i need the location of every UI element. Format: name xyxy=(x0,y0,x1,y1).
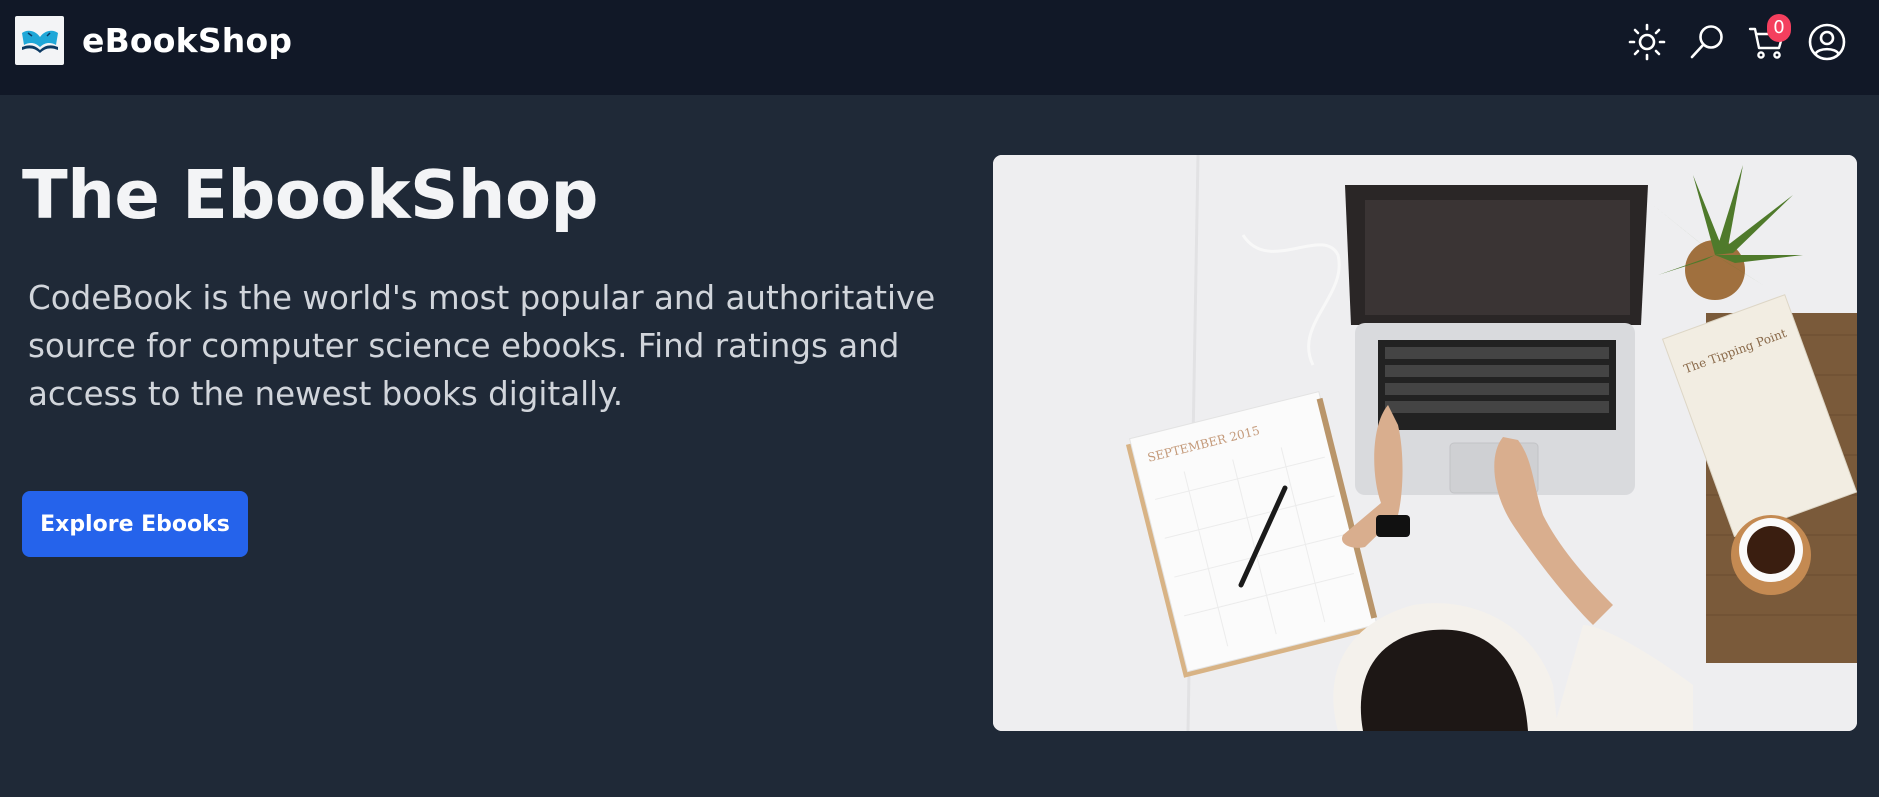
top-navbar: eBookShop 0 xyxy=(0,0,1879,95)
user-account-icon[interactable] xyxy=(1803,18,1851,66)
brand-link[interactable]: eBookShop xyxy=(15,16,292,65)
hero-section: The EbookShop CodeBook is the world's mo… xyxy=(22,150,997,418)
explore-ebooks-button[interactable]: Explore Ebooks xyxy=(22,491,248,557)
search-icon[interactable] xyxy=(1683,18,1731,66)
navbar-actions: 0 xyxy=(1623,14,1851,66)
hero-description: CodeBook is the world's most popular and… xyxy=(28,279,936,413)
sun-icon[interactable] xyxy=(1623,18,1671,66)
cart-count-badge: 0 xyxy=(1767,14,1791,42)
hero-image: SEPTEMBER 2015 The Tipping Point xyxy=(993,155,1857,731)
cart-button[interactable]: 0 xyxy=(1743,14,1791,66)
hero-title: The EbookShop xyxy=(22,156,598,234)
open-book-logo xyxy=(15,16,64,65)
brand-name: eBookShop xyxy=(82,21,293,60)
